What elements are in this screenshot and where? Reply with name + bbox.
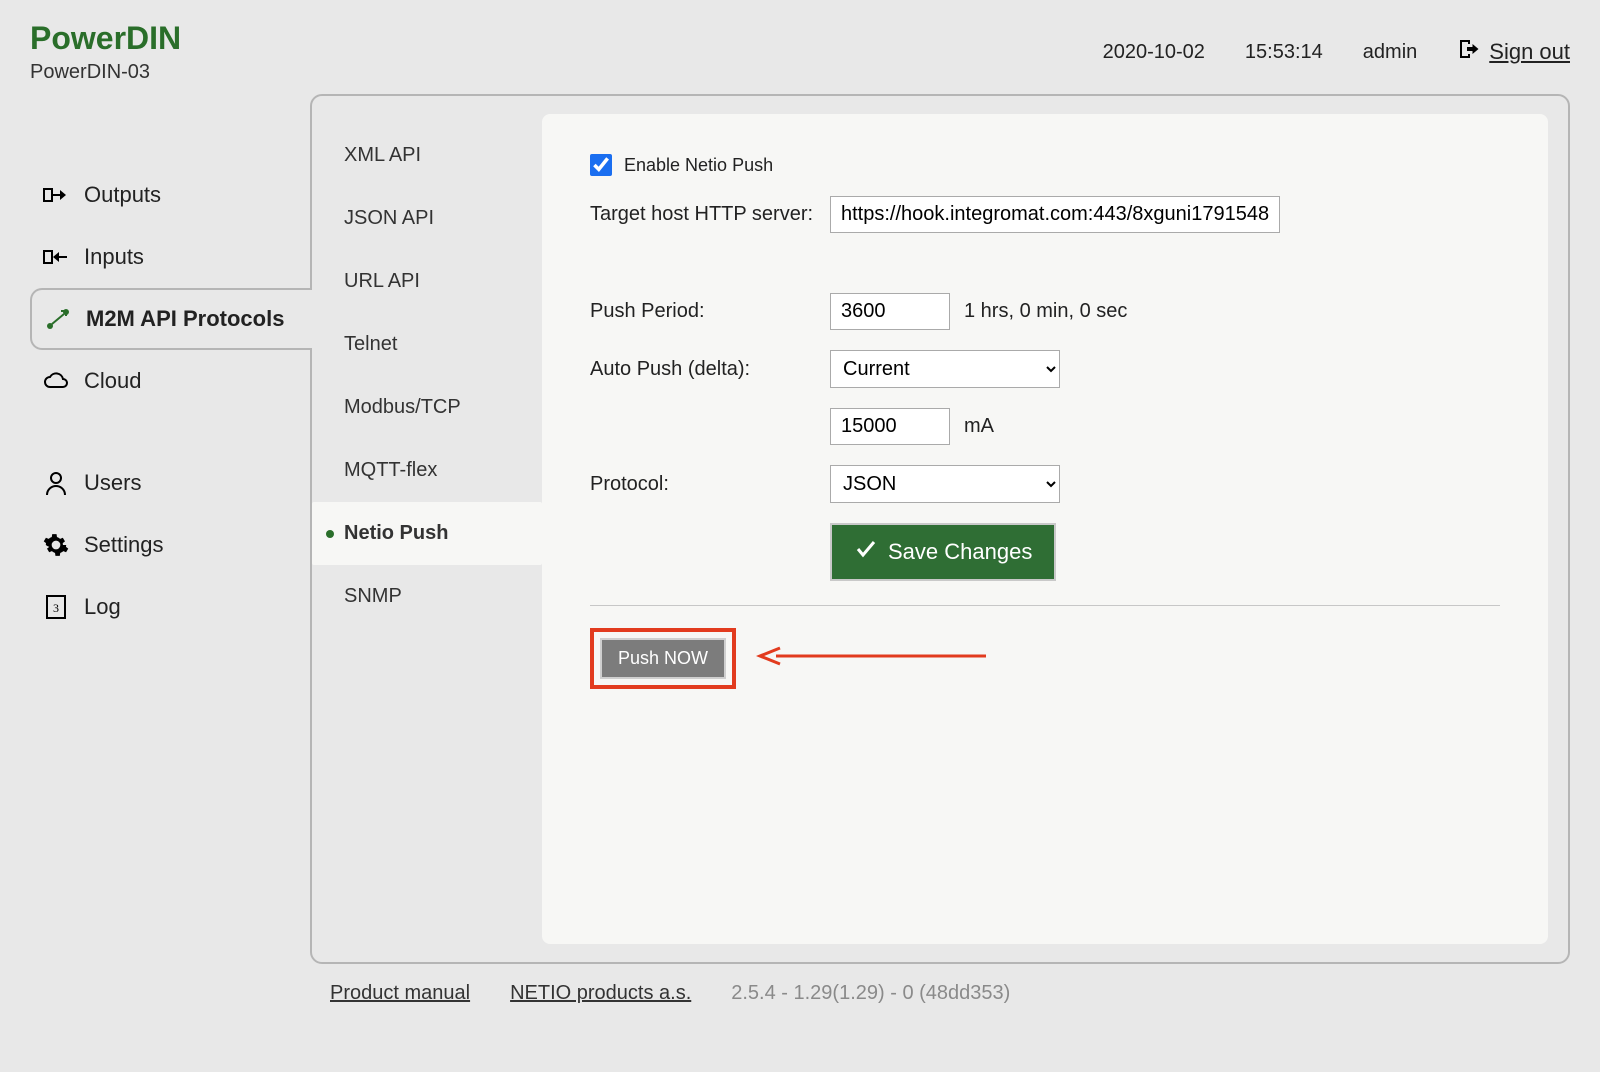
sidebar-item-label: Users: [84, 470, 141, 496]
product-manual-link[interactable]: Product manual: [330, 982, 470, 1005]
content-pane: Enable Netio Push Target host HTTP serve…: [542, 114, 1548, 944]
sidebar: Outputs Inputs M2M API Protocols Cloud: [30, 94, 310, 964]
delta-value-input[interactable]: [830, 408, 950, 445]
target-host-label: Target host HTTP server:: [590, 203, 830, 226]
inputs-icon: [42, 246, 70, 268]
header-date: 2020-10-02: [1103, 41, 1205, 64]
sidebar-item-label: Settings: [84, 532, 164, 558]
save-changes-button[interactable]: Save Changes: [830, 523, 1056, 581]
sidebar-item-m2m-api-protocols[interactable]: M2M API Protocols: [30, 288, 312, 350]
device-name: PowerDIN-03: [30, 61, 181, 84]
sign-out-icon: [1457, 37, 1481, 67]
subnav-item-telnet[interactable]: Telnet: [312, 313, 542, 376]
subnav-item-snmp[interactable]: SNMP: [312, 565, 542, 628]
sidebar-item-label: Log: [84, 594, 121, 620]
company-link[interactable]: NETIO products a.s.: [510, 982, 691, 1005]
check-icon: [854, 537, 878, 567]
target-host-input[interactable]: [830, 196, 1280, 233]
auto-push-delta-label: Auto Push (delta):: [590, 358, 830, 381]
users-icon: [42, 470, 70, 496]
sidebar-item-cloud[interactable]: Cloud: [30, 350, 310, 412]
protocol-select[interactable]: JSON: [830, 465, 1060, 503]
sidebar-item-label: Cloud: [84, 368, 141, 394]
push-period-label: Push Period:: [590, 300, 830, 323]
log-icon: 3: [42, 594, 70, 620]
sidebar-item-log[interactable]: 3 Log: [30, 576, 310, 638]
m2m-icon: [44, 307, 72, 331]
header-time: 15:53:14: [1245, 41, 1323, 64]
header-user: admin: [1363, 41, 1417, 64]
outputs-icon: [42, 184, 70, 206]
sidebar-item-inputs[interactable]: Inputs: [30, 226, 310, 288]
save-changes-label: Save Changes: [888, 539, 1032, 565]
sidebar-item-settings[interactable]: Settings: [30, 514, 310, 576]
section-divider: [590, 605, 1500, 606]
sign-out-label: Sign out: [1489, 39, 1570, 65]
brand-title: PowerDIN: [30, 20, 181, 57]
header: PowerDIN PowerDIN-03 2020-10-02 15:53:14…: [30, 20, 1570, 84]
sidebar-item-outputs[interactable]: Outputs: [30, 164, 310, 226]
delta-unit-label: mA: [964, 415, 994, 438]
subnav-item-netio-push[interactable]: Netio Push: [312, 502, 542, 565]
sign-out-link[interactable]: Sign out: [1457, 37, 1570, 67]
push-period-input[interactable]: [830, 293, 950, 330]
subnav-item-xml-api[interactable]: XML API: [312, 124, 542, 187]
subnav-item-url-api[interactable]: URL API: [312, 250, 542, 313]
sidebar-item-users[interactable]: Users: [30, 452, 310, 514]
push-now-button[interactable]: Push NOW: [600, 638, 726, 679]
sidebar-item-label: Outputs: [84, 182, 161, 208]
subnav-item-mqtt-flex[interactable]: MQTT-flex: [312, 439, 542, 502]
gear-icon: [42, 532, 70, 558]
svg-text:3: 3: [53, 601, 59, 615]
push-now-highlight: Push NOW: [590, 628, 736, 689]
footer: Product manual NETIO products a.s. 2.5.4…: [330, 982, 1570, 1005]
protocol-subnav: XML API JSON API URL API Telnet Modbus/T…: [312, 96, 542, 962]
cloud-icon: [42, 371, 70, 391]
protocol-label: Protocol:: [590, 473, 830, 496]
main-panel: XML API JSON API URL API Telnet Modbus/T…: [310, 94, 1570, 964]
push-period-hint: 1 hrs, 0 min, 0 sec: [964, 300, 1127, 323]
subnav-item-modbus-tcp[interactable]: Modbus/TCP: [312, 376, 542, 439]
enable-netio-push-checkbox[interactable]: [590, 154, 612, 176]
sidebar-item-label: M2M API Protocols: [86, 304, 284, 334]
subnav-item-json-api[interactable]: JSON API: [312, 187, 542, 250]
sidebar-item-label: Inputs: [84, 244, 144, 270]
annotation-arrow-icon: [756, 644, 986, 673]
enable-netio-push-label: Enable Netio Push: [624, 155, 773, 176]
version-text: 2.5.4 - 1.29(1.29) - 0 (48dd353): [731, 982, 1010, 1005]
auto-push-delta-select[interactable]: Current: [830, 350, 1060, 388]
